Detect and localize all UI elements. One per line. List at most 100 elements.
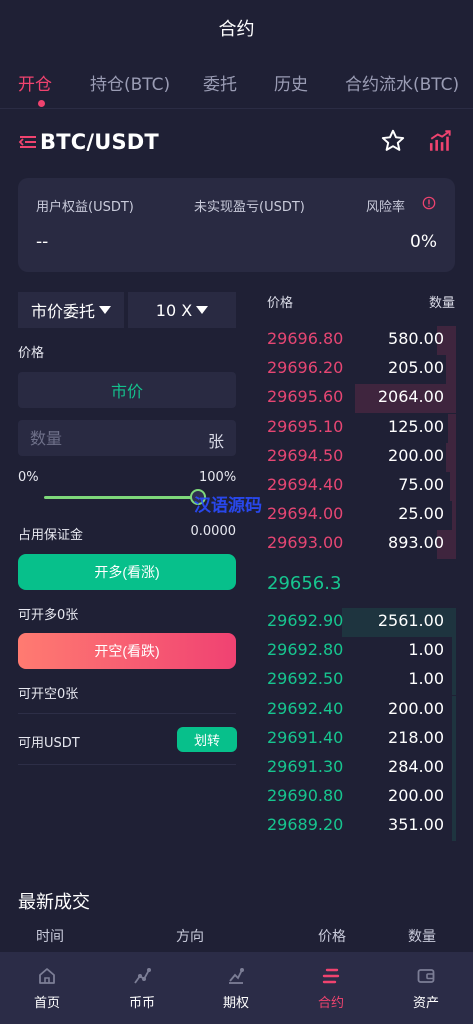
ask-qty: 125.00 [388,416,444,436]
bid-depth-bar [452,812,456,842]
bid-depth-bar [452,754,456,783]
bottom-nav: 首页 币币 期权 合约 资产 [0,952,473,1024]
ask-row[interactable]: 29696.80 580.00 [266,326,456,355]
bid-depth-bar [452,724,456,754]
leverage-select[interactable]: 10 X [128,292,236,328]
short-available-text: 可开空0张 [18,687,79,702]
ask-row[interactable]: 29694.40 75.00 [266,472,456,501]
nav-contract[interactable]: 合约 [284,952,378,1024]
bid-row[interactable]: 29691.40 218.00 [266,724,456,754]
tab-contract-flow[interactable]: 合约流水(BTC) [345,70,459,95]
spot-icon [134,968,151,984]
symbol-bar: BTC/USDT [18,122,458,162]
contract-icon [322,968,340,984]
bid-price: 29692.80 [267,640,344,660]
percent-slider-track[interactable] [44,496,196,499]
bid-qty: 284.00 [388,757,444,776]
ask-price: 29694.00 [267,504,344,524]
active-tab-indicator [38,100,45,107]
bid-price: 29689.20 [267,815,344,835]
ask-qty: 205.00 [388,358,444,378]
wallet-icon [417,969,435,983]
ask-row[interactable]: 29696.20 205.00 [266,355,456,385]
bid-depth-bar [452,695,456,725]
open-short-button[interactable]: 开空(看跌) [18,633,236,669]
tab-orders[interactable]: 委托 [203,70,237,95]
bid-price: 29691.40 [267,727,344,747]
ask-price: 29696.20 [267,358,344,378]
ask-row[interactable]: 29693.00 893.00 [266,530,456,560]
ask-row[interactable]: 29694.00 25.00 [266,501,456,531]
bid-row[interactable]: 29692.40 200.00 [266,695,456,725]
orderbook-qty-header: 数量 [428,296,455,311]
equity-value: -- [36,232,49,252]
tab-open[interactable]: 开仓 [18,70,52,95]
menu-list-icon[interactable] [18,134,38,150]
bid-depth-bar [452,783,456,813]
transfer-button[interactable]: 划转 [177,727,237,752]
nav-spot[interactable]: 币币 [95,952,189,1024]
info-icon[interactable] [422,196,436,210]
quantity-field[interactable]: 张 [18,420,236,456]
equity-label: 用户权益(USDT) [36,200,134,215]
tabs-divider [0,108,473,109]
ask-price: 29694.50 [267,445,344,465]
quantity-input[interactable] [30,420,190,456]
risk-rate-label: 风险率 [366,200,406,215]
nav-contract-label: 合约 [317,996,344,1011]
tab-positions[interactable]: 持仓(BTC) [90,70,170,95]
quantity-unit: 张 [207,432,224,451]
nav-assets[interactable]: 资产 [379,952,473,1024]
form-divider [18,713,236,714]
ask-depth-bar [452,501,456,531]
tab-bar: 开仓 持仓(BTC) 委托 历史 合约流水(BTC) [0,56,473,108]
orderbook-price-header: 价格 [267,296,294,311]
page-title: 合约 [218,19,255,40]
ask-qty: 2064.00 [377,387,444,407]
nav-spot-label: 币币 [128,996,155,1011]
ask-qty: 200.00 [388,445,444,465]
bid-depth-bar [452,637,456,667]
long-available-text: 可开多0张 [18,608,79,623]
slider-min-label: 0% [18,470,39,485]
bid-row[interactable]: 29692.80 1.00 [266,637,456,667]
trades-header-price: 价格 [318,929,346,945]
available-usdt-label: 可用USDT [18,736,80,751]
bid-price: 29692.50 [267,669,344,689]
ask-price: 29696.80 [267,329,344,348]
bid-qty: 351.00 [388,815,444,835]
risk-rate-value: 0% [410,232,437,252]
trades-header-direction: 方向 [176,929,204,945]
open-long-button[interactable]: 开多(看涨) [18,554,236,590]
nav-assets-label: 资产 [412,996,439,1011]
watermark-text: 汉语源码 [194,496,262,516]
dropdown-arrow-icon [196,306,209,314]
ask-price: 29693.00 [267,533,344,553]
bid-row[interactable]: 29690.80 200.00 [266,783,456,813]
margin-label: 占用保证金 [18,528,84,543]
market-price-text: 市价 [110,382,143,401]
option-icon [229,968,244,984]
ask-row[interactable]: 29695.60 2064.00 [266,384,456,414]
nav-home[interactable]: 首页 [0,952,94,1024]
order-type-select[interactable]: 市价委托 [18,292,124,328]
latest-trades-title: 最新成交 [18,892,90,913]
ask-qty: 75.00 [398,475,444,494]
bid-row[interactable]: 29692.90 2561.00 [266,608,456,637]
bid-row[interactable]: 29689.20 351.00 [266,812,456,842]
ask-price: 29695.10 [267,416,344,436]
bid-price: 29692.40 [267,698,344,718]
ask-row[interactable]: 29694.50 200.00 [266,442,456,472]
bid-row[interactable]: 29692.50 1.00 [266,666,456,696]
ask-row[interactable]: 29695.10 125.00 [266,413,456,443]
tab-history[interactable]: 历史 [274,70,308,95]
symbol-name[interactable]: BTC/USDT [40,130,159,154]
nav-options[interactable]: 期权 [189,952,283,1024]
bid-depth-bar [452,666,456,696]
bid-price: 29690.80 [267,786,344,806]
bid-row[interactable]: 29691.30 284.00 [266,754,456,783]
account-summary-card: 用户权益(USDT) 未实现盈亏(USDT) 风险率 -- 0% [18,178,455,272]
leverage-value: 10 X [155,300,193,320]
kline-chart-icon[interactable] [428,128,454,154]
star-icon[interactable] [380,128,406,154]
